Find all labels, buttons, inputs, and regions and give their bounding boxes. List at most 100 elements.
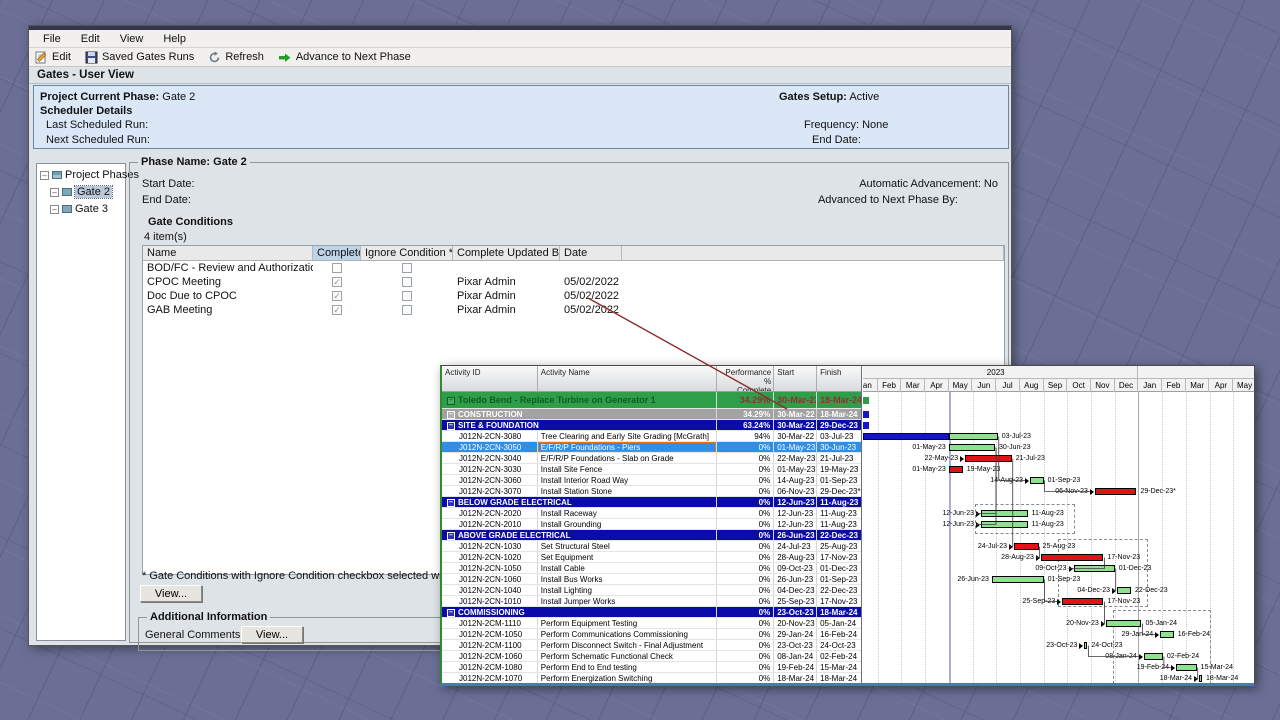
gantt-activity-row[interactable]: J012N-2CN-1060Install Bus Works0%26-Jun-… <box>442 574 861 585</box>
remaining-work-bar[interactable] <box>1199 675 1202 682</box>
critical-remaining-bar[interactable] <box>949 466 963 473</box>
critical-remaining-bar[interactable] <box>1062 598 1103 605</box>
collapse-icon[interactable]: – <box>447 422 455 430</box>
gantt-activity-row[interactable]: J012N-2CM-1080Perform End to End testing… <box>442 662 861 673</box>
menu-edit[interactable]: Edit <box>71 33 110 45</box>
gantt-wbs2-row[interactable]: –BELOW GRADE ELECTRICAL0%12-Jun-2311-Aug… <box>442 497 861 508</box>
gantt-wbs2-row[interactable]: –COMMISSIONING0%23-Oct-2318-Mar-24 <box>442 607 861 618</box>
column-header-finish[interactable]: Finish <box>817 366 861 391</box>
gantt-activity-row[interactable]: J012N-2CN-3070Install Station Stone0%06-… <box>442 486 861 497</box>
column-header-complete-updated-by[interactable]: Complete Updated By <box>453 246 560 260</box>
gantt-activity-row[interactable]: J012N-2CM-1050Perform Communications Com… <box>442 629 861 640</box>
collapse-icon[interactable]: – <box>447 397 455 405</box>
month-gridline <box>1233 392 1234 683</box>
gantt-wbs2-row[interactable]: –SITE & FOUNDATION63.24%30-Mar-22 A29-De… <box>442 420 861 431</box>
gantt-activity-row[interactable]: J012N-2CN-1050Install Cable0%09-Oct-2301… <box>442 563 861 574</box>
remaining-work-bar[interactable] <box>1074 565 1115 572</box>
critical-remaining-bar[interactable] <box>1095 488 1137 495</box>
timeline-month: Jun <box>973 379 997 392</box>
column-header-name[interactable]: Name <box>143 246 313 260</box>
gantt-activity-row[interactable]: J012N-2CM-1110Perform Equipment Testing0… <box>442 618 861 629</box>
tree-root-project-phases[interactable]: –Project Phases <box>37 169 125 181</box>
collapse-icon[interactable]: – <box>447 609 455 617</box>
gate-condition-row[interactable]: BOD/FC - Review and Authorization <box>143 261 1004 275</box>
column-header-ignore-condition-[interactable]: Ignore Condition * <box>361 246 453 260</box>
gantt-activity-row[interactable]: J012N-2CN-3040E/F/R/P Foundations - Slab… <box>442 453 861 464</box>
complete-checkbox[interactable] <box>332 263 342 273</box>
remaining-work-bar[interactable] <box>981 521 1028 528</box>
gantt-activity-row[interactable]: J012N-2CN-1020Set Equipment0%28-Aug-2317… <box>442 552 861 563</box>
gantt-activity-row[interactable]: J012N-2CN-2020Install Raceway0%12-Jun-23… <box>442 508 861 519</box>
remaining-work-bar[interactable] <box>1106 620 1142 627</box>
tree-item-gate-2[interactable]: –Gate 2 <box>37 186 125 198</box>
general-comments-view-button[interactable]: View... <box>241 626 303 643</box>
gantt-activity-row[interactable]: J012N-2CN-3030Install Site Fence0%01-May… <box>442 464 861 475</box>
ignore-condition-checkbox[interactable] <box>402 263 412 273</box>
collapse-icon[interactable]: – <box>447 532 455 540</box>
gantt-activity-row[interactable]: J012N-2CM-1060Perform Schematic Function… <box>442 651 861 662</box>
gantt-wbs2-row[interactable]: –ABOVE GRADE ELECTRICAL0%26-Jun-2322-Dec… <box>442 530 861 541</box>
complete-checkbox[interactable]: ✓ <box>332 277 342 287</box>
view-button[interactable]: View... <box>140 585 202 602</box>
gate-condition-row[interactable]: GAB Meeting✓Pixar Admin05/02/2022 0 <box>143 303 1004 317</box>
gantt-project-row[interactable]: –Toledo Bend - Replace Turbine on Genera… <box>442 392 861 409</box>
collapse-icon[interactable]: – <box>447 411 455 419</box>
bar-start-label: 01-May-23 <box>886 443 946 452</box>
gantt-activity-row[interactable]: J012N-2CM-1070Perform Energization Switc… <box>442 673 861 683</box>
gantt-activity-row[interactable]: J012N-2CN-1010Install Jumper Works0%25-S… <box>442 596 861 607</box>
gantt-activity-row[interactable]: J012N-2CM-1100Perform Disconnect Switch … <box>442 640 861 651</box>
collapse-icon[interactable]: – <box>50 188 59 197</box>
remaining-work-bar[interactable] <box>1030 477 1044 484</box>
critical-remaining-bar[interactable] <box>1014 543 1038 550</box>
timeline-month: May <box>1233 379 1254 392</box>
toolbar-advance-to-next-phase-button[interactable]: Advance to Next Phase <box>278 51 411 64</box>
critical-remaining-bar[interactable] <box>1041 554 1104 561</box>
column-header-complete[interactable]: Complete <box>313 246 361 260</box>
gantt-wbs1-row[interactable]: –CONSTRUCTION34.29%30-Mar-22 A18-Mar-24 <box>442 409 861 420</box>
toolbar-saved-gates-runs-button[interactable]: Saved Gates Runs <box>85 51 194 64</box>
remaining-work-bar[interactable] <box>949 433 998 440</box>
ignore-condition-checkbox[interactable] <box>402 277 412 287</box>
menu-help[interactable]: Help <box>153 33 196 45</box>
bar-start-label: 22-May-23 <box>898 454 958 463</box>
gantt-activity-row[interactable]: J012N-2CN-3060Install Interior Road Way0… <box>442 475 861 486</box>
bar-finish-label: 29-Dec-23* <box>1140 487 1175 496</box>
gantt-activity-row[interactable]: J012N-2CN-2010Install Grounding0%12-Jun-… <box>442 519 861 530</box>
edit-icon <box>35 51 48 64</box>
column-header-activity-name[interactable]: Activity Name <box>538 366 718 391</box>
gantt-activity-row[interactable]: J012N-2CN-3080Tree Clearing and Early Si… <box>442 431 861 442</box>
critical-remaining-bar[interactable] <box>965 455 1012 462</box>
gates-end-date: End Date: <box>812 134 861 146</box>
gantt-activity-row[interactable]: J012N-2CN-3050E/F/R/P Foundations - Pier… <box>442 442 861 453</box>
column-header-start[interactable]: Start <box>774 366 817 391</box>
bar-start-label: 08-Jan-24 <box>1077 652 1137 661</box>
gantt-activity-row[interactable]: J012N-2CN-1040Install Lighting0%04-Dec-2… <box>442 585 861 596</box>
complete-checkbox[interactable]: ✓ <box>332 305 342 315</box>
remaining-work-bar[interactable] <box>992 576 1044 583</box>
remaining-work-bar[interactable] <box>1117 587 1131 594</box>
toolbar-edit-button[interactable]: Edit <box>35 51 71 64</box>
toolbar-refresh-button[interactable]: Refresh <box>208 51 264 64</box>
ignore-condition-checkbox[interactable] <box>402 305 412 315</box>
column-header-activity-id[interactable]: Activity ID <box>442 366 538 391</box>
month-gridline <box>1091 392 1092 683</box>
remaining-work-bar[interactable] <box>1160 631 1174 638</box>
gate-condition-row[interactable]: Doc Due to CPOC✓Pixar Admin05/02/2022 0 <box>143 289 1004 303</box>
remaining-work-bar[interactable] <box>1144 653 1163 660</box>
collapse-icon[interactable]: – <box>50 205 59 214</box>
ignore-condition-checkbox[interactable] <box>402 291 412 301</box>
remaining-work-bar[interactable] <box>1176 664 1197 671</box>
complete-checkbox[interactable]: ✓ <box>332 291 342 301</box>
menu-view[interactable]: View <box>110 33 154 45</box>
column-header-date[interactable]: Date <box>560 246 622 260</box>
collapse-icon[interactable]: – <box>447 499 455 507</box>
remaining-work-bar[interactable] <box>981 510 1028 517</box>
tree-item-gate-3[interactable]: –Gate 3 <box>37 203 125 215</box>
gate-condition-row[interactable]: CPOC Meeting✓Pixar Admin05/02/2022 0 <box>143 275 1004 289</box>
menu-file[interactable]: File <box>33 33 71 45</box>
remaining-work-bar[interactable] <box>949 444 995 451</box>
column-header-performance[interactable]: Performance %Complete <box>717 366 774 391</box>
remaining-work-bar[interactable] <box>1084 642 1087 649</box>
collapse-icon[interactable]: – <box>40 171 49 180</box>
gantt-activity-row[interactable]: J012N-2CN-1030Set Structural Steel0%24-J… <box>442 541 861 552</box>
